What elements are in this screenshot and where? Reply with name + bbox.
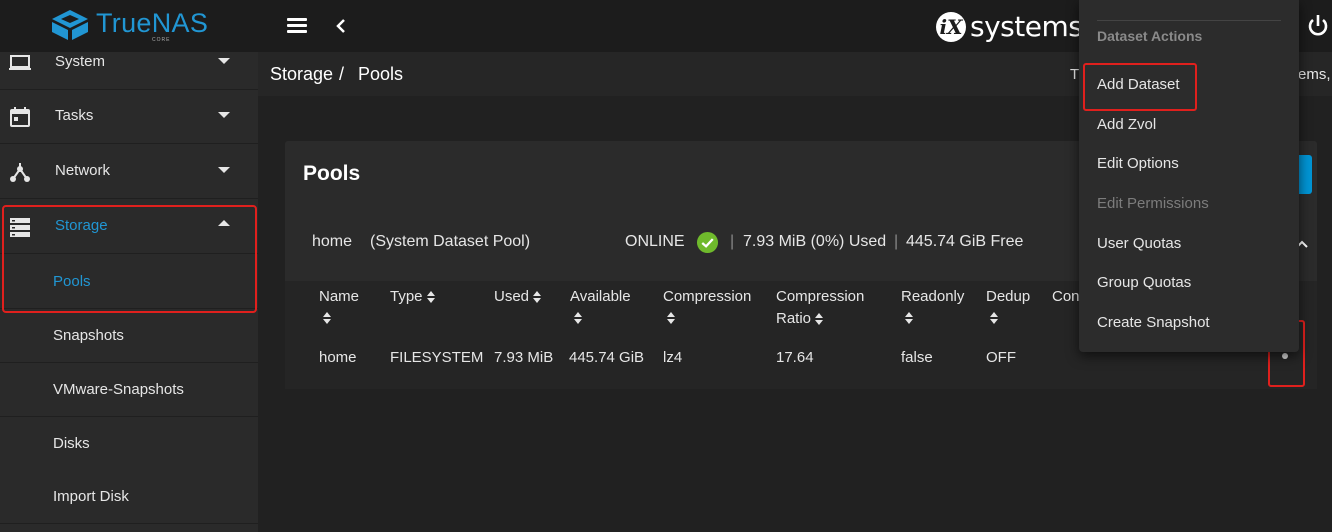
laptop-icon <box>9 55 31 70</box>
column-header-dedup[interactable]: Dedup <box>986 286 1030 325</box>
table-cell: 7.93 MiB <box>494 349 554 366</box>
sort-icon <box>426 290 436 304</box>
hamburger-menu-icon[interactable] <box>284 14 310 38</box>
sidebar-subitem-vmware-snapshots[interactable]: VMware-Snapshots <box>0 363 258 417</box>
caret-down-icon <box>218 167 230 173</box>
breadcrumb-pools: Pools <box>358 64 404 84</box>
menu-item-user-quotas[interactable]: User Quotas <box>1079 225 1299 263</box>
app-root: TrueNAS CORE iX systems System Tasks Net… <box>0 0 1332 532</box>
column-header-label: Con <box>1052 288 1080 305</box>
menu-item-add-dataset[interactable]: Add Dataset <box>1079 66 1299 104</box>
sort-icon <box>905 312 914 325</box>
sidebar-subitem-disks[interactable]: Disks <box>0 417 258 471</box>
pool-separator: | <box>894 233 899 250</box>
sidebar-subitem-snapshots[interactable]: Snapshots <box>0 309 258 363</box>
column-header-label: Type <box>390 288 423 305</box>
sidebar-subitem-import-disk[interactable]: Import Disk <box>0 470 258 524</box>
column-header-type[interactable]: Type <box>390 286 436 308</box>
sidebar-subitem-label: VMware-Snapshots <box>53 381 184 398</box>
dataset-actions-menu: Dataset Actions Add Dataset Add Zvol Edi… <box>1079 0 1299 352</box>
column-header-readonly[interactable]: Readonly <box>901 286 964 325</box>
sidebar-subitem-label: Disks <box>53 435 90 452</box>
menu-item-label: Add Dataset <box>1097 76 1180 93</box>
page-title: Pools <box>303 162 361 185</box>
breadcrumb-storage[interactable]: Storage <box>270 64 333 85</box>
column-header-label: Compression <box>663 288 752 305</box>
menu-item-edit-options[interactable]: Edit Options <box>1079 145 1299 183</box>
menu-item-add-zvol[interactable]: Add Zvol <box>1079 106 1299 144</box>
sort-icon <box>990 312 999 325</box>
sidebar-item-label: System <box>55 53 106 70</box>
storage-icon <box>10 218 30 237</box>
calendar-icon <box>10 107 30 127</box>
table-cell: lz4 <box>663 349 683 366</box>
sort-icon <box>667 312 676 325</box>
sort-icon <box>574 312 583 325</box>
caret-up-icon <box>218 220 230 226</box>
sidebar-item-label: Network <box>55 162 111 179</box>
sidebar-subitem-label: Snapshots <box>53 327 124 344</box>
sort-icon <box>323 312 332 325</box>
column-header-used[interactable]: Used <box>494 286 542 308</box>
column-header-available[interactable]: Available <box>570 286 631 325</box>
column-header-label: Readonly <box>901 288 965 305</box>
table-cell: 17.64 <box>776 349 814 366</box>
table-cell: FILESYSTEM <box>390 349 484 366</box>
column-header-label: Dedup <box>986 288 1031 305</box>
sidebar: System Tasks Network Storage Pools Snaps… <box>0 52 258 532</box>
sidebar-item-label: Storage <box>55 217 108 234</box>
network-icon <box>10 163 30 182</box>
breadcrumb-separator: / <box>339 64 345 84</box>
menu-item-edit-permissions: Edit Permissions <box>1079 185 1299 223</box>
menu-header: Dataset Actions <box>1097 28 1203 44</box>
caret-down-icon <box>218 112 230 118</box>
sidebar-item-system[interactable]: System <box>0 36 258 90</box>
menu-item-create-snapshot[interactable]: Create Snapshot <box>1079 304 1299 342</box>
sidebar-item-label: Tasks <box>55 107 94 124</box>
ix-wordmark: systems <box>970 10 1083 43</box>
column-header-label: Name <box>319 288 360 305</box>
ix-mark: iX <box>936 12 966 42</box>
sort-icon <box>815 312 824 326</box>
menu-item-label: Edit Permissions <box>1097 195 1209 212</box>
sidebar-item-tasks[interactable]: Tasks <box>0 90 258 144</box>
table-cell: 445.74 GiB <box>569 349 645 366</box>
sidebar-subitem-label: Pools <box>53 273 91 290</box>
menu-item-label: User Quotas <box>1097 235 1182 252</box>
menu-divider <box>1097 20 1281 21</box>
table-cell: OFF <box>986 349 1016 366</box>
sidebar-item-storage[interactable]: Storage <box>0 200 258 254</box>
pool-description: (System Dataset Pool) <box>370 233 531 250</box>
column-header-compression[interactable]: Compression <box>663 286 751 325</box>
check-circle-icon <box>696 231 719 254</box>
column-header-name[interactable]: Name <box>319 286 359 325</box>
column-header-label: Used <box>494 288 530 305</box>
sort-icon <box>533 290 542 304</box>
power-icon[interactable] <box>1305 12 1331 40</box>
table-cell: false <box>901 349 933 366</box>
menu-item-label: Edit Options <box>1097 155 1179 172</box>
dataset-actions-button[interactable] <box>1282 353 1288 359</box>
column-header-compression-ratio[interactable]: Compression Ratio <box>776 286 876 330</box>
pool-separator: | <box>730 233 735 250</box>
pool-free: 445.74 GiB Free <box>906 233 1024 250</box>
table-cell: home <box>319 349 357 366</box>
menu-item-label: Create Snapshot <box>1097 314 1210 331</box>
pool-name: home <box>312 233 353 250</box>
menu-item-group-quotas[interactable]: Group Quotas <box>1079 264 1299 302</box>
menu-item-label: Add Zvol <box>1097 116 1157 133</box>
pool-status: ONLINE <box>625 233 685 250</box>
logo-text: TrueNAS <box>96 8 209 38</box>
breadcrumb-right-text: ems, | <box>1298 66 1332 83</box>
sidebar-subitem-pools[interactable]: Pools <box>0 255 258 309</box>
breadcrumb-right-text: T <box>1070 66 1080 83</box>
pool-used: 7.93 MiB (0%) Used <box>743 233 887 250</box>
sidebar-item-network[interactable]: Network <box>0 145 258 199</box>
sidebar-subitem-label: Import Disk <box>53 488 129 505</box>
column-header-comments[interactable]: Con <box>1052 286 1080 308</box>
column-header-label: Available <box>570 288 631 305</box>
caret-down-icon <box>218 58 230 64</box>
menu-item-label: Group Quotas <box>1097 274 1192 291</box>
chevron-left-icon[interactable] <box>330 12 354 40</box>
